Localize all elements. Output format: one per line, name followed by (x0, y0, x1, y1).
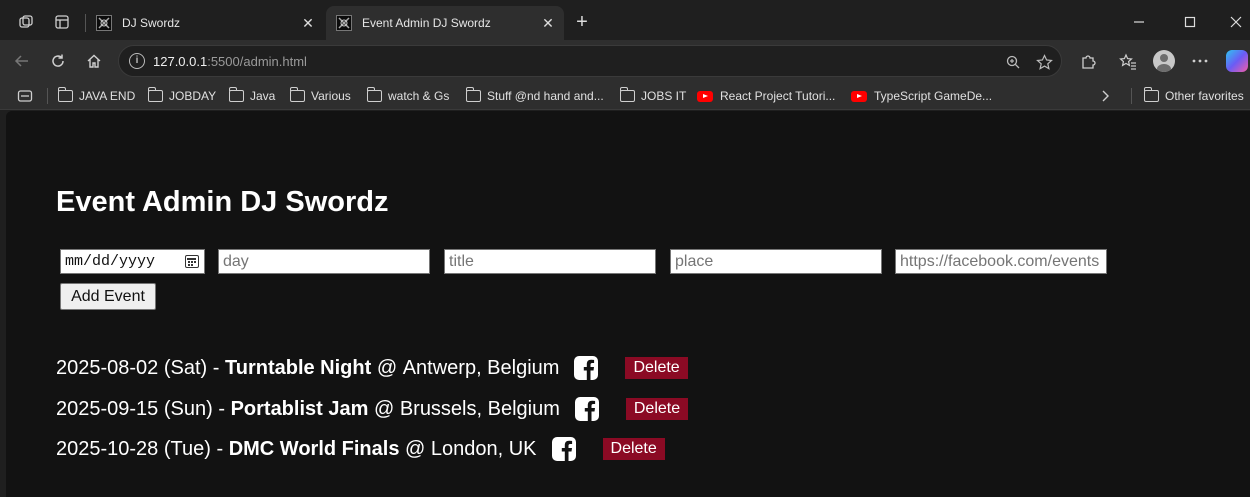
facebook-link-input[interactable] (895, 249, 1107, 274)
place-input[interactable] (670, 249, 882, 274)
event-place: London, UK (430, 437, 537, 460)
extensions-icon[interactable] (1077, 50, 1099, 72)
event-item: 2025-08-02 (Sat) - Turntable Night @ Ant… (56, 354, 688, 382)
site-favicon-icon (336, 15, 352, 31)
youtube-icon (851, 90, 867, 102)
tab-actions-icon[interactable] (52, 12, 72, 32)
bookmark-link[interactable]: TypeScript GameDe... (851, 87, 992, 105)
add-event-button[interactable]: Add Event (60, 283, 156, 310)
day-input[interactable] (218, 249, 430, 274)
event-date: 2025-10-28 (56, 437, 159, 460)
home-icon[interactable] (83, 50, 105, 72)
event-day: (Tue) (163, 437, 211, 460)
workspaces-icon[interactable] (16, 12, 36, 32)
chevron-right-icon[interactable] (1100, 87, 1110, 105)
folder-icon (290, 87, 305, 102)
tab-strip: DJ Swordz ✕ Event Admin DJ Swordz ✕ + (0, 0, 1250, 44)
delete-button[interactable]: Delete (602, 438, 665, 460)
folder-icon (466, 87, 481, 102)
bookmark-folder[interactable]: watch & Gs (367, 87, 449, 105)
event-title: Portablist Jam (230, 397, 369, 420)
bookmark-folder[interactable]: JAVA END (58, 87, 135, 105)
title-input[interactable] (444, 249, 656, 274)
url-text: 127.0.0.1:5500/admin.html (153, 54, 307, 69)
favorite-star-icon[interactable] (1034, 52, 1054, 72)
folder-icon (148, 87, 163, 102)
refresh-icon[interactable] (47, 50, 69, 72)
page-title: Event Admin DJ Swordz (56, 186, 389, 218)
tab-event-admin[interactable]: Event Admin DJ Swordz ✕ (326, 6, 564, 40)
bookmark-folder[interactable]: Various (290, 87, 351, 105)
close-window-icon[interactable] (1224, 10, 1248, 34)
calendar-icon[interactable] (185, 255, 199, 268)
facebook-icon[interactable] (551, 436, 577, 462)
back-icon[interactable] (11, 50, 33, 72)
tab-title: DJ Swordz (122, 16, 181, 30)
folder-icon (367, 87, 382, 102)
tab-dj-swordz[interactable]: DJ Swordz ✕ (86, 6, 324, 40)
event-day: (Sat) (163, 356, 208, 379)
bookmark-folder[interactable]: Stuff @nd hand and... (466, 87, 604, 105)
delete-button[interactable]: Delete (625, 357, 688, 379)
copilot-icon[interactable] (1226, 50, 1248, 72)
site-favicon-icon (96, 15, 112, 31)
new-tab-button[interactable]: + (571, 12, 593, 34)
maximize-icon[interactable] (1178, 10, 1202, 34)
facebook-icon[interactable] (573, 355, 599, 381)
event-item: 2025-09-15 (Sun) - Portablist Jam @ Brus… (56, 395, 689, 423)
bookmark-folder[interactable]: JOBS IT (620, 87, 686, 105)
delete-button[interactable]: Delete (625, 398, 689, 420)
bookmark-folder[interactable]: JOBDAY (148, 87, 216, 105)
folder-icon (229, 87, 244, 102)
event-date: 2025-08-02 (56, 356, 159, 379)
event-item: 2025-10-28 (Tue) - DMC World Finals @ Lo… (56, 435, 665, 463)
bookmark-link[interactable]: React Project Tutori... (697, 87, 835, 105)
bookmark-divider (47, 88, 48, 104)
more-options-icon[interactable] (1189, 50, 1211, 72)
event-date: 2025-09-15 (56, 397, 159, 420)
folder-icon (620, 87, 635, 102)
close-tab-icon[interactable]: ✕ (540, 15, 556, 31)
page-content: Event Admin DJ Swordz mm/dd/yyyy Add Eve… (6, 111, 1250, 497)
event-title: Turntable Night (225, 356, 372, 379)
event-title: DMC World Finals (228, 437, 400, 460)
minimize-icon[interactable] (1127, 10, 1151, 34)
folder-icon (58, 87, 73, 102)
browser-toolbar: i 127.0.0.1:5500/admin.html (0, 40, 1250, 82)
date-input[interactable]: mm/dd/yyyy (60, 249, 205, 274)
favorites-icon[interactable] (1117, 50, 1139, 72)
event-place: Antwerp, Belgium (402, 356, 560, 379)
address-bar[interactable]: i 127.0.0.1:5500/admin.html (118, 45, 1062, 77)
bookmarks-bar: JAVA END JOBDAY Java Various watch & Gs … (0, 82, 1250, 110)
close-tab-icon[interactable]: ✕ (300, 15, 316, 31)
tab-title: Event Admin DJ Swordz (362, 16, 491, 30)
profile-avatar[interactable] (1153, 50, 1175, 72)
folder-icon (1144, 87, 1159, 102)
zoom-icon[interactable] (1003, 52, 1023, 72)
youtube-icon (697, 90, 713, 102)
facebook-icon[interactable] (574, 396, 600, 422)
event-day: (Sun) (163, 397, 213, 420)
other-favorites-folder[interactable]: Other favorites (1144, 87, 1244, 105)
site-info-icon[interactable]: i (129, 53, 145, 69)
event-place: Brussels, Belgium (399, 397, 560, 420)
reading-mode-icon[interactable] (17, 87, 33, 105)
bookmark-divider (1131, 88, 1132, 104)
bookmark-folder[interactable]: Java (229, 87, 275, 105)
